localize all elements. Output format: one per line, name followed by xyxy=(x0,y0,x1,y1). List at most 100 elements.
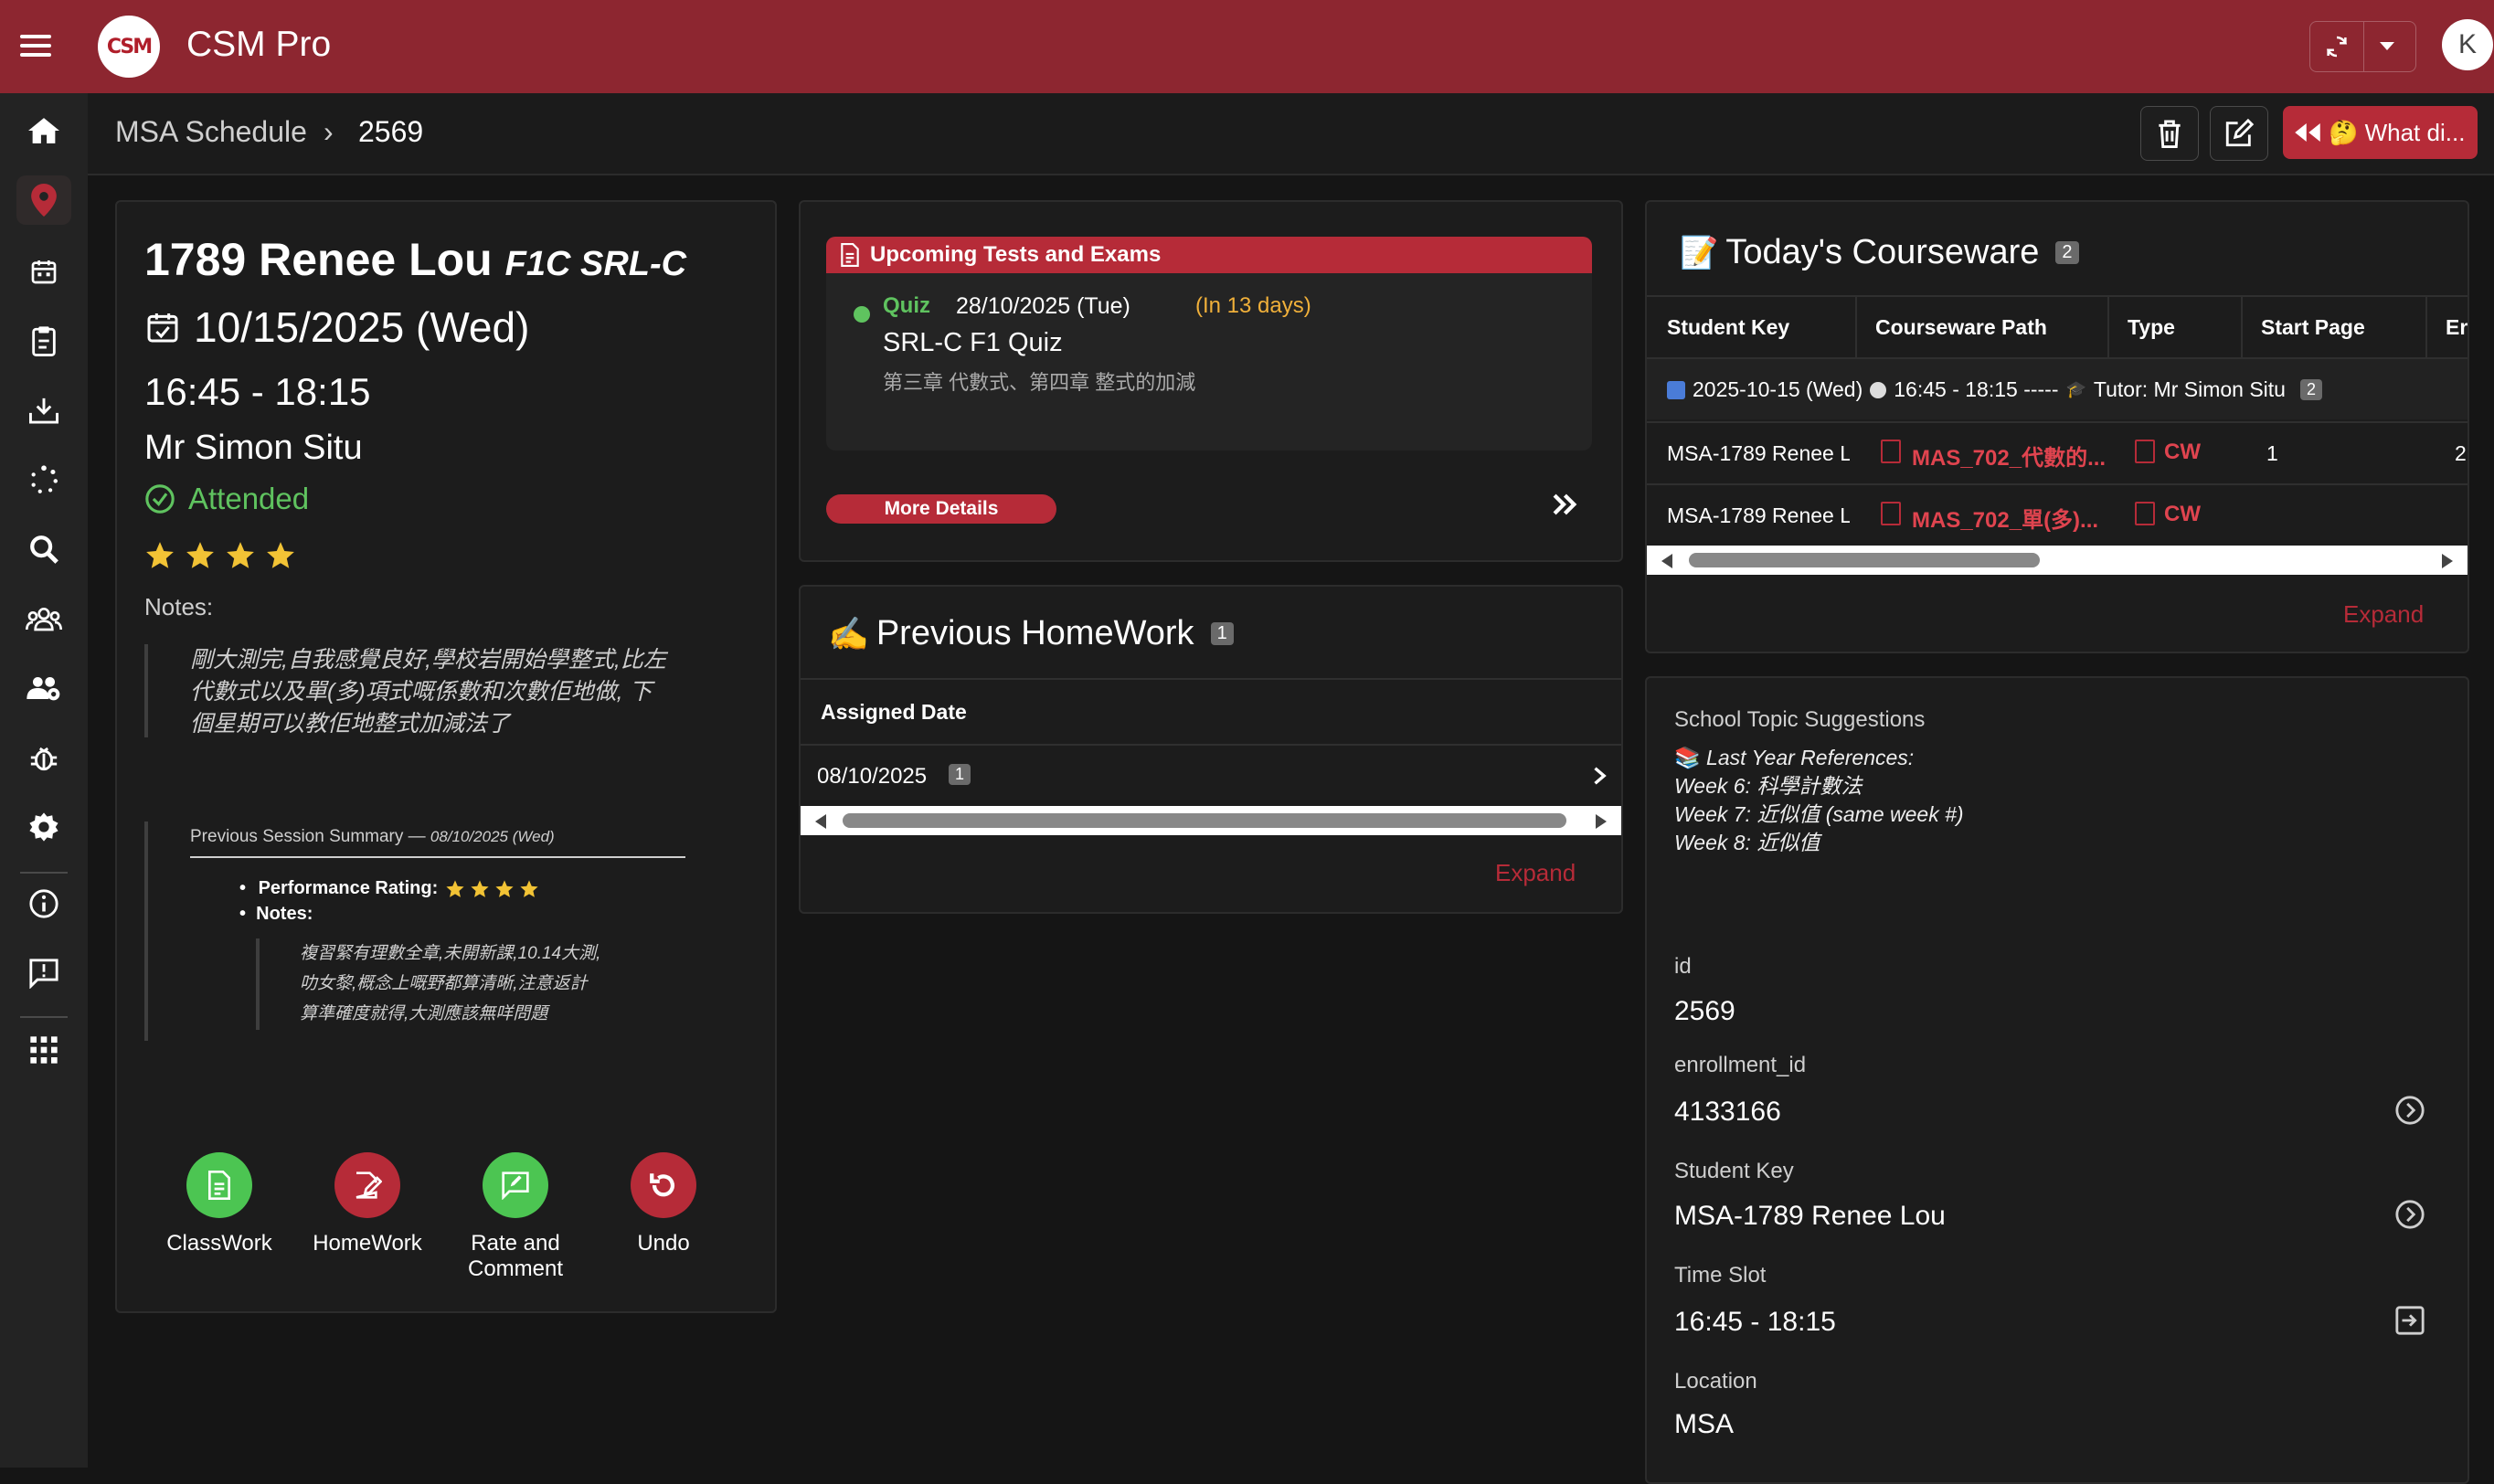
arrow-circle-right-icon[interactable] xyxy=(2394,1199,2425,1230)
courseware-path-link[interactable]: MAS_702_代數的... xyxy=(1912,440,2106,472)
breadcrumb-parent[interactable]: MSA Schedule xyxy=(115,115,307,149)
scroll-right-icon[interactable] xyxy=(1596,814,1607,829)
courseware-expand-button[interactable]: Expand xyxy=(2343,600,2424,629)
column-divider xyxy=(2241,295,2243,357)
scroll-right-icon[interactable] xyxy=(2442,554,2453,568)
pdf-file-icon xyxy=(1881,440,1901,463)
field-value-location: MSA xyxy=(1674,1409,1735,1439)
group-count-badge: 2 xyxy=(2299,379,2322,400)
upcoming-header: Upcoming Tests and Exams xyxy=(826,237,1592,273)
chevron-right-icon[interactable] xyxy=(1592,766,1608,786)
homework-button[interactable]: HomeWork xyxy=(303,1152,431,1256)
homework-circle xyxy=(334,1152,400,1218)
chevron-right-icon: › xyxy=(324,115,334,148)
courseware-path-link[interactable]: MAS_702_單(多)... xyxy=(1912,502,2098,534)
sidebar-item-apps[interactable] xyxy=(16,1025,71,1075)
courseware-card: 📝 Today's Courseware 2 Student Key Cours… xyxy=(1645,200,2469,653)
sidebar-item-info[interactable] xyxy=(16,879,71,928)
test-topics: 第三章 代數式、第四章 整式的加減 xyxy=(883,371,1196,394)
previous-notes-row: • Notes: xyxy=(239,904,313,924)
courseware-student: MSA-1789 Renee Lc xyxy=(1667,441,1850,465)
field-label-student-key: Student Key xyxy=(1674,1159,1794,1183)
homework-row[interactable]: 08/10/2025 1 xyxy=(801,746,1621,806)
star-icon xyxy=(495,879,514,897)
previous-session-summary: Previous Session Summary — 08/10/2025 (W… xyxy=(144,822,757,1041)
sidebar-item-calendar[interactable] xyxy=(16,247,71,296)
sidebar-item-progress[interactable] xyxy=(16,455,71,504)
what-did-button[interactable]: 🤔 What di... xyxy=(2283,106,2478,159)
arrow-circle-right-icon[interactable] xyxy=(2394,1095,2425,1126)
delete-button[interactable] xyxy=(2140,106,2199,161)
box-arrow-right-icon[interactable] xyxy=(2394,1305,2425,1336)
upcoming-panel: Upcoming Tests and Exams Quiz 28/10/2025… xyxy=(826,237,1592,450)
column-student-key[interactable]: Student Key xyxy=(1667,315,1789,340)
sidebar-divider xyxy=(20,1016,68,1018)
rewind-icon xyxy=(2295,123,2320,142)
field-label-time-slot: Time Slot xyxy=(1674,1263,1767,1288)
test-name: SRL-C F1 Quiz xyxy=(883,328,1063,357)
scrollbar-thumb[interactable] xyxy=(843,813,1566,828)
group-date: 2025-10-15 (Wed) xyxy=(1693,377,1863,401)
classwork-button[interactable]: ClassWork xyxy=(155,1152,283,1256)
homework-expand-button[interactable]: Expand xyxy=(1495,859,1576,887)
sidebar-item-users-settings[interactable] xyxy=(16,663,71,713)
notes-label: Notes: xyxy=(144,593,214,620)
group-row-content: 2025-10-15 (Wed) 16:45 - 18:15 ----- 🎓 T… xyxy=(1667,377,2322,402)
rate-comment-button[interactable]: Rate and Comment xyxy=(451,1152,579,1282)
double-chevron-right-icon[interactable] xyxy=(1548,489,1579,520)
courseware-end-page: 2 xyxy=(2455,441,2467,465)
scrollbar-thumb[interactable] xyxy=(1689,553,2040,567)
sidebar-item-home[interactable] xyxy=(16,106,71,155)
trash-icon xyxy=(2159,120,2181,148)
homework-label: HomeWork xyxy=(313,1231,422,1256)
scroll-left-icon[interactable] xyxy=(1661,554,1672,568)
courseware-scrollbar[interactable] xyxy=(1647,546,2467,575)
page-header: MSA Schedule › 2569 🤔 What di... xyxy=(88,93,2494,175)
column-courseware-path[interactable]: Courseware Path xyxy=(1875,315,2047,340)
info-icon xyxy=(29,889,58,918)
loading-dots-icon xyxy=(31,465,58,493)
sidebar-item-feedback[interactable] xyxy=(16,949,71,998)
session-date-row: 10/15/2025 (Wed) xyxy=(144,302,529,352)
field-value-time-slot: 16:45 - 18:15 xyxy=(1674,1307,1836,1337)
classwork-circle xyxy=(186,1152,252,1218)
column-end-page[interactable]: Er xyxy=(2446,315,2467,340)
edit-button[interactable] xyxy=(2210,106,2268,161)
sidebar-item-location[interactable] xyxy=(16,175,71,225)
more-details-button[interactable]: More Details xyxy=(826,494,1056,524)
refresh-icon[interactable] xyxy=(2321,33,2352,60)
courseware-row[interactable]: MSA-1789 Renee Lc MAS_702_單(多)... CW xyxy=(1647,485,2467,546)
topic-suggestions-label: School Topic Suggestions xyxy=(1674,707,1926,732)
scroll-left-icon[interactable] xyxy=(815,814,826,829)
graduation-cap-icon: 🎓 xyxy=(2065,380,2086,398)
column-type[interactable]: Type xyxy=(2128,315,2175,340)
sidebar-item-inbox[interactable] xyxy=(16,386,71,435)
homework-count-badge: 1 xyxy=(1210,622,1234,645)
writing-hand-icon: ✍ xyxy=(828,614,869,652)
field-value-enrollment-id: 4133166 xyxy=(1674,1097,1781,1127)
chevron-down-icon[interactable] xyxy=(2380,42,2394,50)
student-name: 1789 Renee Lou xyxy=(144,234,493,285)
sidebar-item-students[interactable] xyxy=(16,594,71,643)
sidebar-item-search[interactable] xyxy=(16,525,71,574)
star-icon xyxy=(471,879,489,897)
sidebar-item-settings[interactable] xyxy=(16,802,71,852)
column-assigned-date[interactable]: Assigned Date xyxy=(821,700,967,725)
courseware-row[interactable]: MSA-1789 Renee Lc MAS_702_代數的... CW 1 2 xyxy=(1647,423,2467,483)
menu-icon[interactable] xyxy=(16,27,58,64)
sidebar-item-clipboard[interactable] xyxy=(16,316,71,366)
undo-button[interactable]: Undo xyxy=(600,1152,727,1256)
file-edit-icon xyxy=(356,1171,382,1199)
column-start-page[interactable]: Start Page xyxy=(2261,315,2365,340)
calendar-icon xyxy=(1667,380,1685,399)
column-divider xyxy=(2107,295,2109,357)
courseware-group-row[interactable]: 2025-10-15 (Wed) 16:45 - 18:15 ----- 🎓 T… xyxy=(1647,359,2467,419)
user-avatar[interactable]: K xyxy=(2442,19,2493,70)
app-title: CSM Pro xyxy=(186,25,332,64)
sidebar-item-debug[interactable] xyxy=(16,733,71,782)
sidebar-divider xyxy=(20,872,68,874)
homework-assigned-date: 08/10/2025 xyxy=(817,764,928,789)
test-type: Quiz xyxy=(883,293,930,318)
comment-edit-icon xyxy=(502,1171,529,1200)
homework-scrollbar[interactable] xyxy=(801,806,1621,835)
